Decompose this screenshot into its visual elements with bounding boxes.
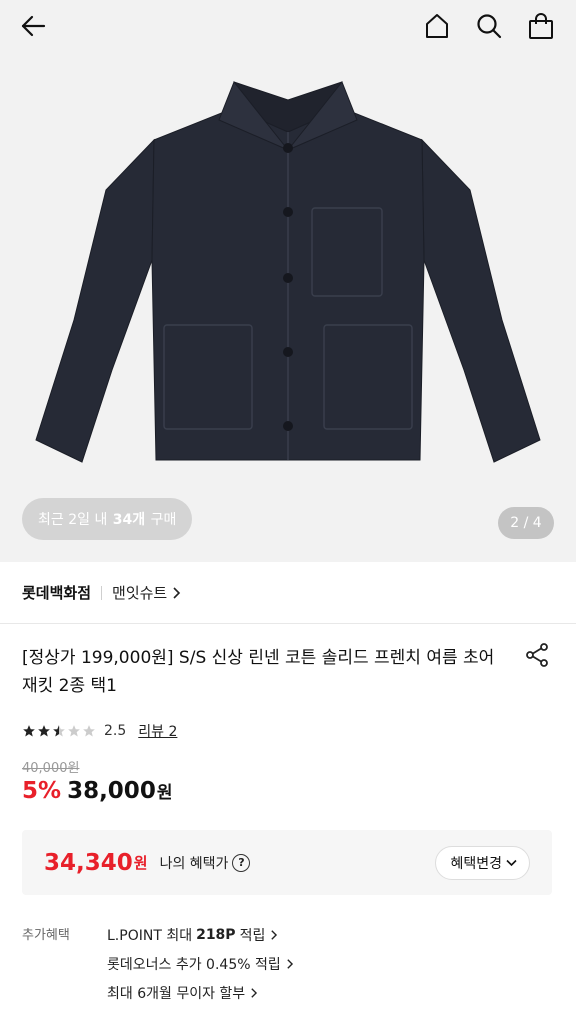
rating-row: 2.5 리뷰 2 bbox=[22, 721, 177, 741]
shopping-bag-icon bbox=[529, 13, 553, 39]
review-link[interactable]: 리뷰 2 bbox=[138, 721, 177, 741]
chevron-right-icon bbox=[251, 987, 258, 998]
original-price: 40,000원 bbox=[22, 761, 80, 776]
extra-benefits-label: 추가혜택 bbox=[22, 928, 70, 943]
share-button[interactable] bbox=[524, 642, 550, 672]
benefit-price-box: 34,340 원 나의 혜택가 ? 혜택변경 bbox=[22, 830, 552, 895]
discount-rate: 5% bbox=[22, 778, 62, 804]
lpoint-benefit[interactable]: L.POINT 최대 218P 적립 bbox=[107, 920, 294, 949]
benefit-price-unit: 원 bbox=[133, 854, 148, 872]
lotte-owners-text: 롯데오너스 추가 0.45% 적립 bbox=[107, 956, 281, 973]
change-benefit-button[interactable]: 혜택변경 bbox=[435, 845, 530, 880]
installment-benefit[interactable]: 최대 6개월 무이자 할부 bbox=[107, 978, 294, 1007]
share-icon bbox=[526, 643, 548, 667]
top-header bbox=[0, 0, 576, 52]
star-icon bbox=[68, 725, 80, 737]
search-button[interactable] bbox=[474, 11, 504, 41]
price-row: 5% 38,000 원 bbox=[22, 778, 172, 804]
chevron-right-icon bbox=[173, 586, 181, 599]
back-arrow-icon bbox=[21, 15, 46, 37]
image-page-indicator: 2 / 4 bbox=[498, 507, 554, 539]
brand-sub-link[interactable]: 맨잇슈트 bbox=[112, 582, 181, 603]
sale-price: 38,000 bbox=[67, 778, 156, 804]
brand-breadcrumb: 롯데백화점 맨잇슈트 bbox=[0, 562, 576, 624]
benefit-price: 34,340 bbox=[44, 849, 133, 876]
purchase-count: 34개 bbox=[112, 512, 146, 528]
rating-score: 2.5 bbox=[104, 723, 127, 739]
product-image-gallery[interactable]: 최근 2일 내 34개 구매 2 / 4 bbox=[0, 0, 576, 562]
brand-name[interactable]: 롯데백화점 bbox=[22, 582, 91, 603]
star-icon bbox=[53, 725, 65, 737]
home-icon bbox=[426, 14, 448, 38]
chevron-down-icon bbox=[506, 859, 517, 866]
brand-divider bbox=[101, 585, 103, 600]
brand-sub-label: 맨잇슈트 bbox=[112, 584, 168, 602]
search-icon bbox=[477, 14, 502, 39]
product-title: [정상가 199,000원] S/S 신상 린넨 코튼 솔리드 프렌치 여름 초… bbox=[22, 648, 495, 696]
back-button[interactable] bbox=[18, 11, 48, 41]
lpoint-prefix: L.POINT 최대 bbox=[107, 927, 193, 944]
product-image bbox=[35, 81, 541, 463]
extra-benefits-list: L.POINT 최대 218P 적립 롯데오너스 추가 0.45% 적립 최대 … bbox=[107, 924, 294, 1011]
benefit-label: 나의 혜택가 ? bbox=[160, 853, 251, 873]
star-icon bbox=[83, 725, 95, 737]
lotte-owners-benefit[interactable]: 롯데오너스 추가 0.45% 적립 bbox=[107, 949, 294, 978]
cart-button[interactable] bbox=[526, 11, 556, 41]
lpoint-amount: 218P bbox=[196, 926, 236, 943]
purchase-prefix: 최근 2일 내 bbox=[38, 512, 108, 528]
star-rating bbox=[22, 724, 96, 738]
benefit-label-text: 나의 혜택가 bbox=[159, 855, 229, 872]
home-button[interactable] bbox=[422, 11, 452, 41]
change-benefit-label: 혜택변경 bbox=[450, 855, 502, 872]
chevron-right-icon bbox=[271, 929, 278, 940]
question-icon[interactable]: ? bbox=[232, 853, 251, 872]
star-icon bbox=[23, 725, 35, 737]
recent-purchase-badge: 최근 2일 내 34개 구매 bbox=[22, 498, 193, 540]
sale-price-unit: 원 bbox=[156, 783, 173, 803]
lpoint-suffix: 적립 bbox=[239, 927, 266, 944]
star-icon bbox=[38, 725, 50, 737]
chevron-right-icon bbox=[287, 958, 293, 969]
purchase-suffix: 구매 bbox=[150, 512, 177, 528]
installment-text: 최대 6개월 무이자 할부 bbox=[107, 985, 246, 1002]
